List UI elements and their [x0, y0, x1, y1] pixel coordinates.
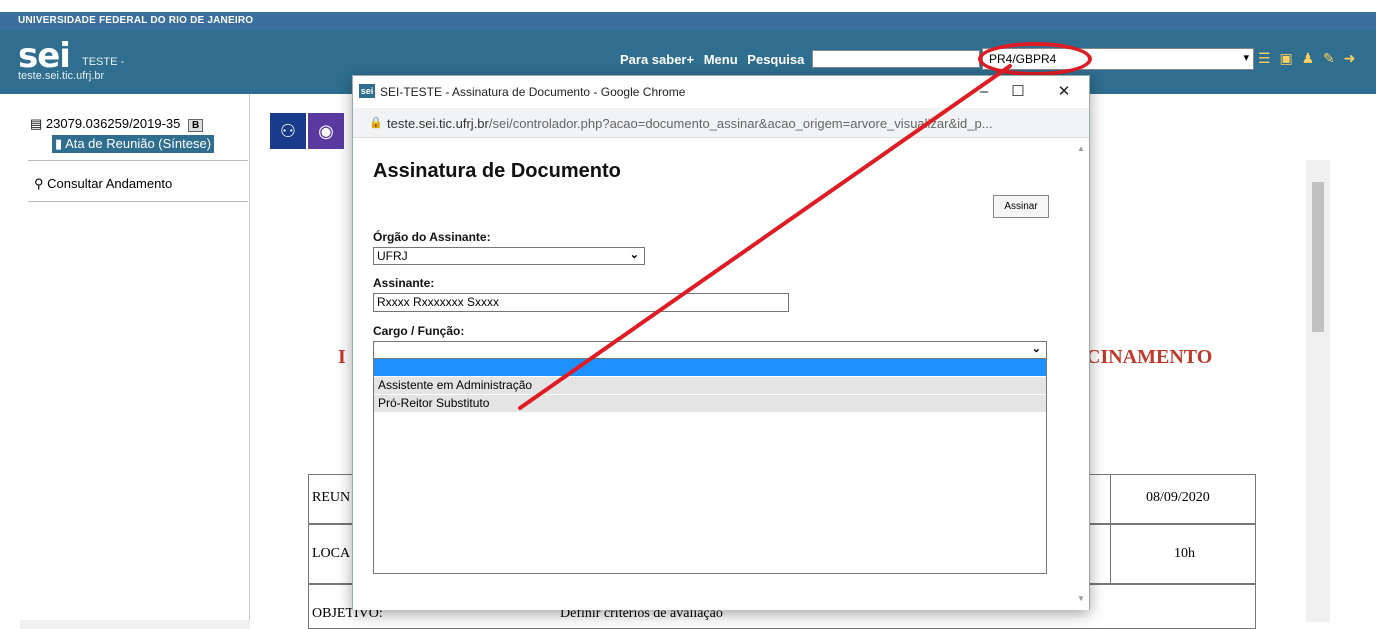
annotation-overlay — [518, 64, 1012, 410]
annotation-line — [518, 64, 1012, 410]
